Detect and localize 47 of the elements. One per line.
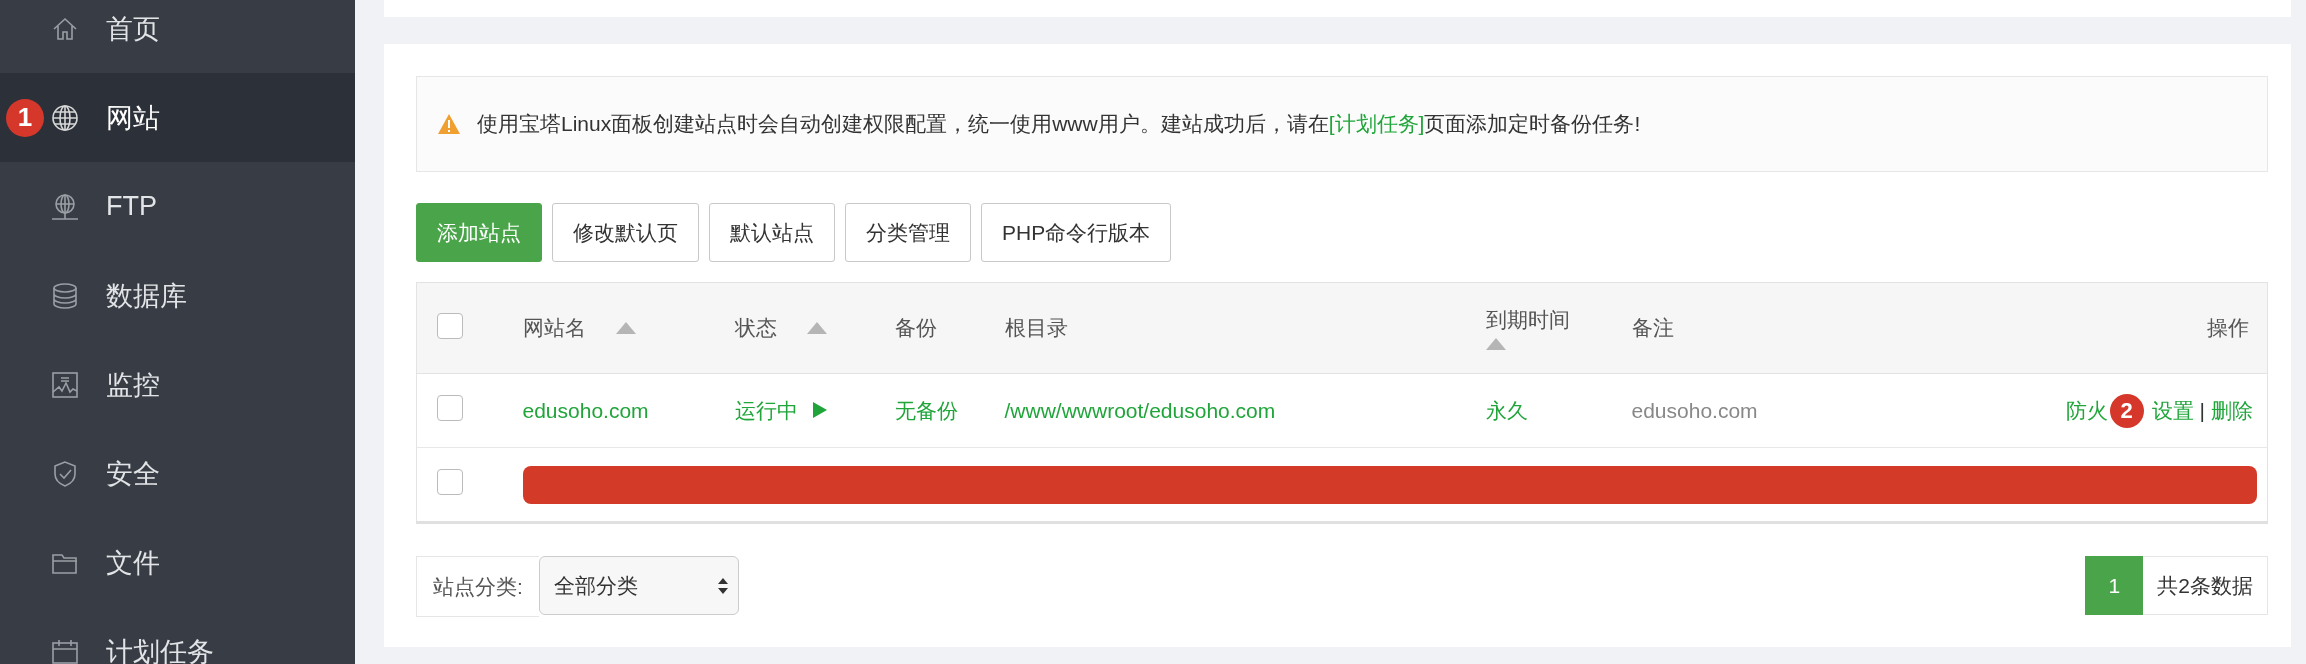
- network-globe-icon: [50, 191, 80, 222]
- sidebar-item[interactable]: 安全: [0, 429, 355, 518]
- sidebar-label: 监控: [106, 368, 160, 402]
- category-label: 站点分类:: [416, 556, 539, 617]
- sidebar-label: 安全: [106, 457, 160, 491]
- sidebar-label: 首页: [106, 12, 160, 46]
- toolbar-button[interactable]: PHP命令行版本: [981, 203, 1172, 262]
- sort-icon[interactable]: [1485, 338, 1506, 350]
- database-icon: [50, 280, 80, 311]
- sidebar-item[interactable]: 1 网站: [0, 73, 355, 162]
- note-text: edusoho.com: [1631, 398, 1758, 422]
- sidebar-label: 数据库: [106, 279, 187, 313]
- notice-text: 使用宝塔Linux面板创建站点时会自动创建权限配置，统一使用www用户。建站成功后，请在[计划任务]页面添加定时备份任务!: [477, 111, 1641, 137]
- step-badge: 1: [6, 98, 44, 137]
- sidebar-item[interactable]: 计划任务: [0, 607, 355, 664]
- chart-icon: [50, 369, 80, 400]
- sidebar-item[interactable]: 监控: [0, 340, 355, 429]
- step-badge: 2: [2109, 393, 2144, 428]
- warning-icon: [437, 113, 461, 135]
- sort-icon[interactable]: [806, 322, 827, 334]
- category-select[interactable]: 全部分类: [538, 556, 739, 615]
- column-header: 状态: [734, 315, 777, 341]
- column-header: 操作: [2207, 315, 2249, 341]
- globe-icon: [50, 102, 80, 133]
- sidebar-label: 文件: [106, 546, 160, 580]
- sidebar-item[interactable]: 首页: [0, 0, 355, 73]
- toolbar-button[interactable]: 分类管理: [845, 203, 971, 262]
- toolbar-button[interactable]: 修改默认页: [552, 203, 699, 262]
- sort-icon[interactable]: [615, 322, 636, 334]
- separator-text: |: [2199, 398, 2205, 423]
- column-header: 网站名: [522, 315, 586, 341]
- sidebar-item[interactable]: 数据库: [0, 251, 355, 340]
- checkbox[interactable]: [437, 395, 463, 421]
- column-header: 到期时间: [1485, 307, 1570, 333]
- sidebar-item[interactable]: 文件: [0, 518, 355, 607]
- checkbox[interactable]: [437, 312, 463, 339]
- column-header: 备份: [894, 315, 937, 341]
- checkbox[interactable]: [437, 469, 463, 495]
- sidebar-label: FTP: [106, 191, 157, 222]
- column-header: 根目录: [1004, 315, 1068, 341]
- column-header: 备注: [1631, 315, 1674, 341]
- sidebar-item[interactable]: FTP: [0, 162, 355, 251]
- sidebar-label: 计划任务: [106, 635, 214, 664]
- toolbar-button[interactable]: 默认站点: [709, 203, 835, 262]
- total-count: 共2条数据: [2143, 556, 2268, 615]
- updown-icon: [717, 576, 728, 595]
- sidebar-label: 网站: [106, 101, 160, 135]
